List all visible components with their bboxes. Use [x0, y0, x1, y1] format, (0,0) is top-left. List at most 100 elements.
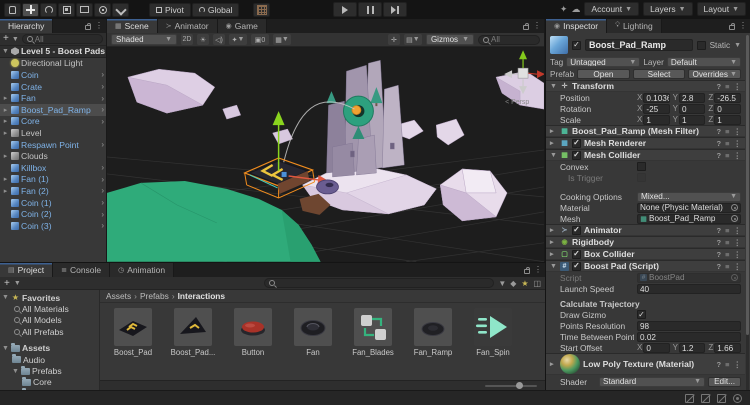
hierarchy-item-fan-1[interactable]: ▸ Fan (1) ›	[0, 174, 106, 186]
gizmo-z-handle[interactable]	[282, 172, 287, 177]
panel-menu-icon[interactable]: ⋮	[95, 21, 103, 30]
box-collider-enabled-checkbox[interactable]	[572, 250, 581, 259]
tab-project[interactable]: ▤Project	[0, 263, 53, 277]
launch-speed-field[interactable]: 40	[637, 284, 741, 294]
asset-button[interactable]: Button	[228, 308, 278, 357]
breadcrumb-prefabs[interactable]: Prefabs	[140, 291, 169, 301]
player-ball[interactable]	[352, 106, 361, 115]
hierarchy-item-coin-2[interactable]: Coin (2) ›	[0, 208, 106, 220]
lock-icon[interactable]	[524, 269, 530, 274]
create-menu-caret[interactable]: ▼	[12, 36, 19, 43]
tool-settings-icon[interactable]: ✛	[388, 34, 400, 45]
hand-tool-icon[interactable]	[4, 3, 21, 17]
boost-pad-enabled-checkbox[interactable]	[572, 262, 581, 271]
open-prefab-arrow[interactable]: ›	[101, 186, 105, 195]
collab-icon[interactable]: ✦	[560, 4, 568, 15]
scene-search[interactable]	[478, 35, 540, 45]
hierarchy-item-clouds[interactable]: ▸ Clouds	[0, 150, 106, 162]
hierarchy-item-coin-3[interactable]: Coin (3) ›	[0, 220, 106, 232]
panel-menu-icon[interactable]: ⋮	[534, 265, 542, 274]
animator-enabled-checkbox[interactable]	[572, 226, 581, 235]
animator-header[interactable]: ▸≻ Animator ?≡⋮	[546, 224, 745, 236]
rotation-y-field[interactable]: 0	[679, 104, 705, 114]
boost-pad-script-header[interactable]: ▼# Boost Pad (Script) ?≡⋮	[546, 260, 745, 272]
thumbnail-size-slider[interactable]	[485, 385, 537, 387]
open-prefab-arrow[interactable]: ›	[101, 140, 105, 149]
convex-checkbox[interactable]	[637, 162, 646, 171]
scene-header-row[interactable]: ▼ Level 5 - Boost Pads and F	[0, 46, 106, 58]
rotation-z-field[interactable]: 0	[714, 104, 741, 114]
breadcrumb-assets[interactable]: Assets	[106, 291, 131, 301]
mesh-renderer-enabled-checkbox[interactable]	[572, 139, 581, 148]
rotation-x-field[interactable]: -25	[643, 104, 669, 114]
open-prefab-arrow[interactable]: ›	[101, 70, 105, 79]
shader-edit-button[interactable]: Edit...	[708, 377, 741, 387]
shading-mode-dropdown[interactable]: Shaded▼	[111, 34, 177, 45]
panel-menu-icon[interactable]: ⋮	[533, 21, 541, 30]
tab-inspector[interactable]: ◉Inspector	[546, 19, 607, 33]
purple-torus[interactable]	[317, 180, 339, 194]
lock-icon[interactable]	[729, 25, 735, 30]
search-by-label-icon[interactable]: ◆	[510, 279, 516, 288]
hidden-objects-icon[interactable]: ▣0	[251, 34, 269, 45]
shader-dropdown[interactable]: Standard▼	[599, 377, 705, 387]
position-x-field[interactable]: 0.1036429	[643, 93, 669, 103]
hierarchy-item-fan-2[interactable]: ▸ Fan (2) ›	[0, 185, 106, 197]
cooking-options-dropdown[interactable]: Mixed...▼	[637, 192, 741, 202]
pause-button[interactable]	[358, 2, 382, 17]
tab-animation[interactable]: ◷Animation	[110, 263, 174, 277]
tab-scene[interactable]: ▦Scene	[107, 19, 158, 33]
hidden-packages-icon[interactable]: ◫	[533, 279, 541, 288]
gizmo-center-cube[interactable]	[518, 68, 528, 78]
tag-dropdown[interactable]: Untagged▼	[566, 57, 640, 67]
custom-tool-icon[interactable]	[112, 3, 129, 17]
breadcrumb-interactions[interactable]: Interactions	[178, 291, 225, 301]
camera-dropdown-icon[interactable]: ▤▼	[404, 34, 422, 45]
mesh-renderer-header[interactable]: ▸▦ Mesh Renderer ?≡⋮	[546, 137, 745, 149]
material-header[interactable]: ▸ Low Poly Texture (Material) ?≡⋮	[546, 353, 745, 375]
lock-icon[interactable]	[85, 25, 91, 30]
lock-icon[interactable]	[523, 25, 529, 30]
time-between-points-field[interactable]: 0.02	[637, 332, 741, 342]
gizmos-dropdown[interactable]: Gizmos▼	[426, 34, 474, 45]
static-dropdown-caret[interactable]: ▼	[734, 42, 741, 49]
asset-fan-spin[interactable]: Fan_Spin	[468, 308, 518, 357]
favorites-header[interactable]: ▼★Favorites	[0, 292, 99, 303]
favorite-all-prefabs[interactable]: All Prefabs	[0, 326, 99, 337]
project-search-input[interactable]	[277, 279, 489, 288]
global-toggle[interactable]: Global	[192, 3, 240, 17]
static-checkbox[interactable]	[697, 41, 706, 50]
hierarchy-item-coin[interactable]: Coin ›	[0, 69, 106, 81]
mesh-collider-enabled-checkbox[interactable]	[572, 151, 581, 160]
tab-game[interactable]: ◉Game	[218, 19, 267, 33]
prefab-overrides-dropdown[interactable]: Overrides▼	[688, 69, 741, 79]
scale-x-field[interactable]: 1	[643, 115, 669, 125]
rect-tool-icon[interactable]	[76, 3, 93, 17]
open-prefab-arrow[interactable]: ›	[101, 198, 105, 207]
component-menu-icon[interactable]: ⋮	[734, 82, 742, 91]
mesh-filter-header[interactable]: ▸▦ Boost_Pad_Ramp (Mesh Filter) ?≡⋮	[546, 125, 745, 137]
audio-toggle-icon[interactable]: ◁)	[213, 34, 225, 45]
folder-audio[interactable]: Audio	[0, 354, 99, 365]
hierarchy-item-coin-1[interactable]: Coin (1) ›	[0, 197, 106, 209]
object-picker-icon[interactable]	[731, 215, 738, 222]
folder-core[interactable]: Core	[0, 377, 99, 388]
material-preview-sphere[interactable]	[560, 354, 580, 374]
play-button[interactable]	[333, 2, 357, 17]
tab-hierarchy[interactable]: Hierarchy	[0, 19, 53, 33]
name-field[interactable]: Boost_Pad_Ramp	[585, 39, 693, 51]
position-y-field[interactable]: 2.8	[679, 93, 705, 103]
layer-dropdown[interactable]: Default▼	[667, 57, 741, 67]
scale-tool-icon[interactable]	[58, 3, 75, 17]
layers-dropdown[interactable]: Layers▼	[643, 2, 692, 16]
mesh-field[interactable]: ▦ Boost_Pad_Ramp	[637, 214, 741, 224]
lighting-toggle-icon[interactable]: ☀	[197, 34, 209, 45]
create-asset-caret[interactable]: ▼	[14, 280, 21, 287]
points-resolution-field[interactable]: 98	[637, 321, 741, 331]
account-dropdown[interactable]: Account▼	[584, 2, 639, 16]
open-prefab-arrow[interactable]: ›	[101, 221, 105, 230]
transform-header[interactable]: ▼✛ Transform ?≡⋮	[546, 80, 745, 92]
open-prefab-arrow[interactable]: ›	[101, 117, 105, 126]
effects-dropdown-icon[interactable]: ✦▼	[229, 34, 247, 45]
scene-viewport[interactable]: < Persp	[107, 47, 544, 262]
